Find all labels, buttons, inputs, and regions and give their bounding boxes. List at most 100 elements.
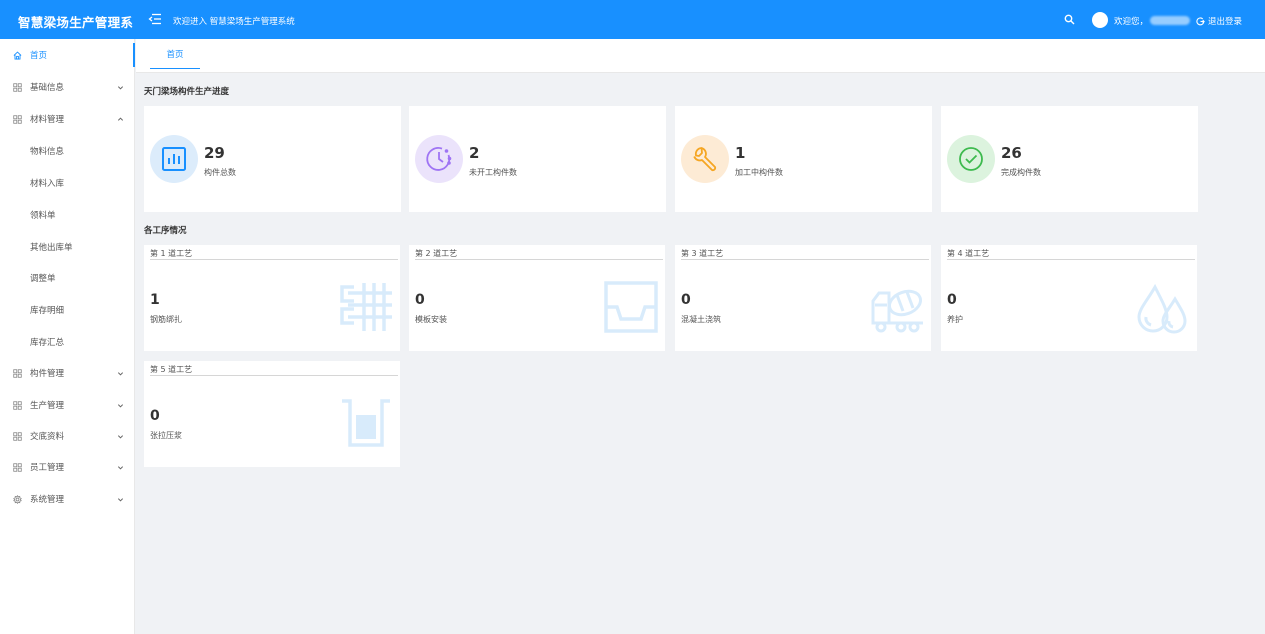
- check-circle-icon: [959, 147, 983, 171]
- grid-icon: [13, 114, 22, 124]
- sidebar-item-material[interactable]: 材料管理: [0, 107, 135, 131]
- process-card-3: 第 3 道工艺 0 混凝土浇筑: [675, 245, 931, 351]
- stat-value: 29: [204, 144, 225, 162]
- process-label: 混凝土浇筑: [681, 315, 721, 324]
- process-label: 养护: [947, 315, 963, 324]
- grid-icon: [13, 400, 22, 410]
- process-label: 钢筋绑扎: [150, 315, 182, 324]
- tab-bar: 首页: [136, 39, 1265, 73]
- top-bar: 智慧梁场生产管理系 欢迎进入 智慧梁场生产管理系统 欢迎您，admin 退出登录: [0, 0, 1265, 39]
- sidebar-item-label: 基础信息: [30, 83, 65, 93]
- logout-label: 退出登录: [1208, 17, 1243, 27]
- stat-label: 完成构件数: [1001, 168, 1041, 177]
- progress-section-title: 天门梁场构件生产进度: [144, 87, 230, 97]
- logout-icon: [1196, 16, 1205, 25]
- bar-chart-icon: [162, 147, 186, 171]
- stat-card-total: 29 构件总数: [144, 106, 401, 212]
- process-value: 0: [947, 292, 957, 308]
- process-step: 第 5 道工艺: [150, 364, 398, 376]
- menu-collapse-icon[interactable]: [148, 12, 162, 26]
- gear-icon: [13, 494, 22, 504]
- process-card-2: 第 2 道工艺 0 模板安装: [409, 245, 665, 351]
- process-step: 第 4 道工艺: [947, 248, 1195, 260]
- sidebar-item-material-inbound[interactable]: 材料入库: [0, 171, 135, 195]
- sidebar-item-production[interactable]: 生产管理: [0, 393, 135, 417]
- sidebar-item-other-outbound[interactable]: 其他出库单: [0, 235, 135, 259]
- process-value: 0: [681, 292, 691, 308]
- sidebar-item-label: 领料单: [30, 211, 56, 221]
- stat-value: 2: [469, 144, 480, 162]
- sidebar: 首页 基础信息 材料管理 物料信息 材料入库 领料单 其他出库单 调整单 库存明…: [0, 39, 135, 634]
- process-value: 0: [415, 292, 425, 308]
- sidebar-item-label: 生产管理: [30, 401, 65, 411]
- sidebar-item-label: 首页: [30, 51, 48, 61]
- logout-button[interactable]: 退出登录: [1196, 15, 1242, 27]
- stat-label: 未开工构件数: [469, 168, 517, 177]
- user-greeting[interactable]: 欢迎您，admin: [1114, 15, 1191, 27]
- process-step: 第 2 道工艺: [415, 248, 663, 260]
- mixer-truck-icon: [871, 289, 923, 333]
- stat-card-completed: 26 完成构件数: [941, 106, 1198, 212]
- welcome-text: 欢迎进入 智慧梁场生产管理系统: [173, 17, 295, 27]
- sidebar-item-label: 员工管理: [30, 463, 65, 473]
- chevron-down-icon: [117, 371, 124, 375]
- sidebar-item-staff[interactable]: 员工管理: [0, 455, 135, 479]
- stat-icon-circle: [947, 135, 995, 183]
- stat-card-not-started: 2 未开工构件数: [409, 106, 666, 212]
- sidebar-item-label: 材料管理: [30, 115, 65, 125]
- stat-value: 26: [1001, 144, 1022, 162]
- sidebar-item-stock-summary[interactable]: 库存汇总: [0, 330, 135, 354]
- sidebar-item-label: 系统管理: [30, 495, 65, 505]
- sidebar-item-system[interactable]: 系统管理: [0, 487, 135, 511]
- sidebar-item-label: 库存明细: [30, 306, 65, 316]
- wrench-icon: [693, 147, 717, 172]
- username: admin: [1150, 16, 1191, 25]
- process-value: 1: [150, 292, 160, 308]
- process-step: 第 1 道工艺: [150, 248, 398, 260]
- stat-card-in-progress: 1 加工中构件数: [675, 106, 932, 212]
- tension-icon: [342, 399, 390, 447]
- sidebar-item-label: 库存汇总: [30, 338, 65, 348]
- process-section-title: 各工序情况: [144, 226, 187, 236]
- sidebar-item-requisition[interactable]: 领料单: [0, 203, 135, 227]
- home-icon: [13, 50, 22, 60]
- stat-icon-circle: [415, 135, 463, 183]
- clock-icon: [426, 147, 452, 171]
- water-drops-icon: [1137, 283, 1187, 334]
- sidebar-item-adjustment[interactable]: 调整单: [0, 266, 135, 290]
- sidebar-item-component[interactable]: 构件管理: [0, 361, 135, 385]
- grid-icon: [13, 82, 22, 92]
- grid-icon: [13, 431, 22, 441]
- process-card-1: 第 1 道工艺 1 钢筋绑扎: [144, 245, 400, 351]
- stat-label: 加工中构件数: [735, 168, 783, 177]
- chevron-down-icon: [117, 403, 124, 407]
- tab-home[interactable]: 首页: [150, 39, 200, 69]
- process-step: 第 3 道工艺: [681, 248, 929, 260]
- greeting-label: 欢迎您，: [1114, 17, 1149, 27]
- sidebar-item-home[interactable]: 首页: [0, 43, 135, 67]
- avatar[interactable]: [1092, 12, 1108, 28]
- stat-label: 构件总数: [204, 168, 236, 177]
- search-icon[interactable]: [1064, 14, 1075, 25]
- sidebar-item-basic-info[interactable]: 基础信息: [0, 75, 135, 99]
- stat-value: 1: [735, 144, 746, 162]
- process-card-4: 第 4 道工艺 0 养护: [941, 245, 1197, 351]
- sidebar-item-stock-detail[interactable]: 库存明细: [0, 298, 135, 322]
- process-value: 0: [150, 408, 160, 424]
- rebar-icon: [340, 283, 392, 331]
- sidebar-item-material-info[interactable]: 物料信息: [0, 139, 135, 163]
- chevron-down-icon: [117, 434, 124, 438]
- grid-icon: [13, 462, 22, 472]
- stat-icon-circle: [681, 135, 729, 183]
- sidebar-item-label: 物料信息: [30, 147, 65, 157]
- process-label: 张拉压浆: [150, 431, 182, 440]
- formwork-icon: [604, 281, 658, 333]
- chevron-down-icon: [117, 465, 124, 469]
- sidebar-item-label: 其他出库单: [30, 243, 73, 253]
- chevron-up-icon: [117, 117, 124, 121]
- sidebar-item-label: 交底资料: [30, 432, 65, 442]
- app-title: 智慧梁场生产管理系: [18, 15, 134, 30]
- sidebar-item-briefing[interactable]: 交底资料: [0, 424, 135, 448]
- sidebar-item-label: 材料入库: [30, 179, 65, 189]
- process-card-5: 第 5 道工艺 0 张拉压浆: [144, 361, 400, 467]
